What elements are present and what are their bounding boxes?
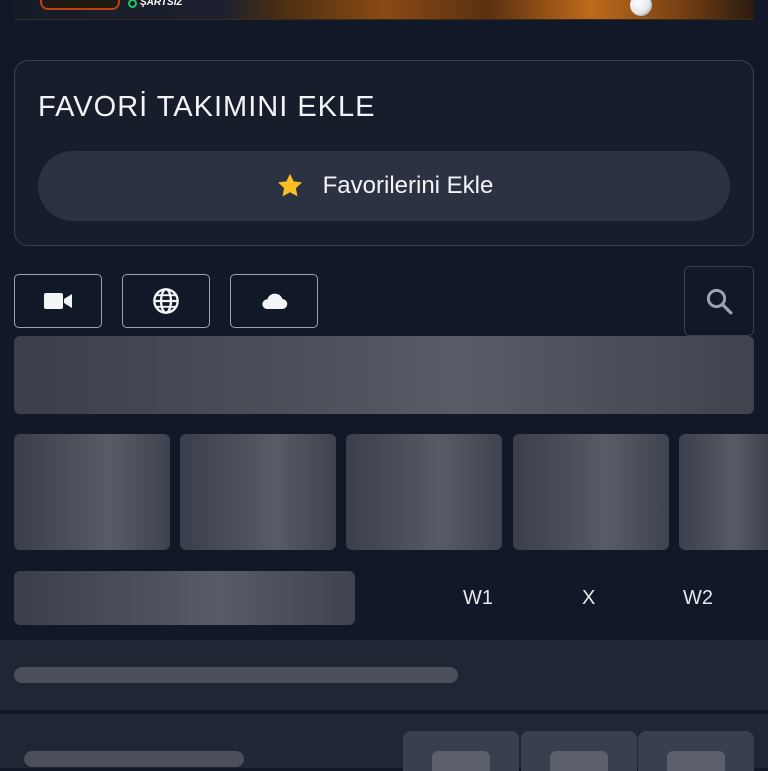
loading-placeholder-label bbox=[14, 571, 355, 625]
filter-video-button[interactable] bbox=[14, 274, 102, 328]
filter-cloud-button[interactable] bbox=[230, 274, 318, 328]
search-button[interactable] bbox=[684, 266, 754, 336]
loading-placeholder-banner bbox=[14, 336, 754, 414]
filter-global-button[interactable] bbox=[122, 274, 210, 328]
check-ring-icon bbox=[128, 0, 137, 8]
odds-header-w2: W2 bbox=[683, 587, 713, 609]
odds-header-w1: W1 bbox=[463, 587, 493, 609]
odds-header-x: X bbox=[582, 587, 596, 609]
favorite-team-title: FAVORİ TAKIMINI EKLE bbox=[38, 91, 376, 123]
loading-placeholder-tile bbox=[14, 434, 170, 550]
loading-row-bar bbox=[14, 667, 458, 683]
cloud-icon bbox=[262, 293, 288, 310]
globe-icon bbox=[153, 288, 179, 314]
loading-odd-chip bbox=[667, 751, 725, 771]
add-favorites-button[interactable]: Favorilerini Ekle bbox=[38, 151, 730, 221]
promo-banner-tag-text: ŞARTSIZ bbox=[140, 0, 183, 8]
promo-banner-tag: ŞARTSIZ bbox=[128, 0, 183, 8]
video-camera-icon bbox=[44, 293, 72, 309]
star-icon bbox=[277, 173, 302, 197]
loading-odd-chip bbox=[432, 751, 490, 771]
loading-placeholder-tile bbox=[346, 434, 502, 550]
loading-match-title-bar bbox=[24, 751, 244, 767]
loading-placeholder-tile bbox=[180, 434, 336, 550]
add-favorites-label: Favorilerini Ekle bbox=[322, 172, 494, 199]
loading-odd-chip bbox=[550, 751, 608, 771]
loading-placeholder-tile bbox=[513, 434, 669, 550]
search-icon bbox=[706, 288, 733, 315]
loading-placeholder-tile bbox=[679, 434, 768, 550]
promo-banner-button[interactable] bbox=[40, 0, 120, 10]
